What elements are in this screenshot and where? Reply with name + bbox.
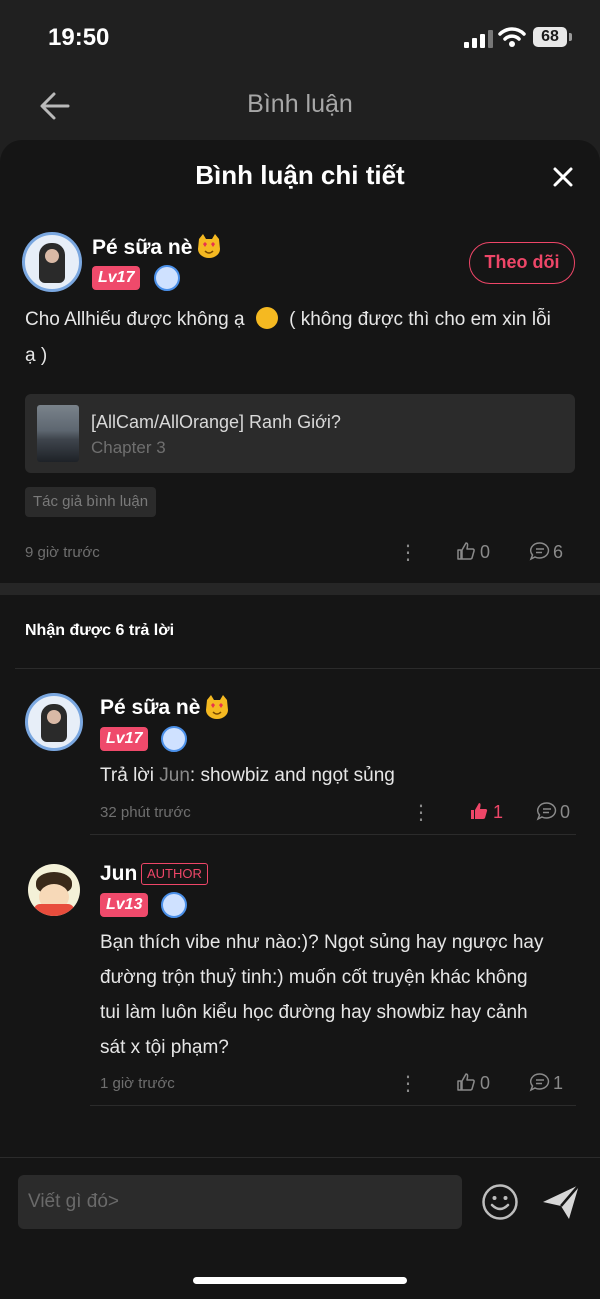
rank-badge-icon bbox=[154, 265, 180, 291]
composer-divider bbox=[0, 1157, 600, 1158]
comment-text-line1: Cho Allhiếu được không ạ ( không được th… bbox=[25, 307, 551, 330]
level-badge: Lv17 bbox=[100, 727, 149, 751]
like-icon[interactable] bbox=[456, 1072, 476, 1092]
more-options-icon[interactable]: ⋮ bbox=[411, 800, 431, 825]
comment-bubble-icon[interactable] bbox=[529, 541, 551, 561]
home-indicator bbox=[193, 1277, 407, 1284]
comment-input[interactable]: Viết gì đó> bbox=[18, 1175, 462, 1229]
battery-tip bbox=[569, 33, 572, 41]
replies-count-heading: Nhận được 6 trả lời bbox=[25, 622, 175, 639]
level-badge: Lv13 bbox=[100, 893, 149, 917]
story-chapter: Chapter 3 bbox=[91, 438, 166, 457]
comment-author-name[interactable]: Pé sữa nè bbox=[92, 236, 192, 260]
follow-button[interactable]: Theo dõi bbox=[469, 242, 575, 284]
send-icon[interactable] bbox=[541, 1182, 581, 1222]
wifi-icon bbox=[498, 27, 526, 47]
like-count: 0 bbox=[480, 1073, 491, 1093]
story-title: [AllCam/AllOrange] Ranh Giới? bbox=[91, 412, 341, 432]
like-icon[interactable] bbox=[456, 541, 476, 561]
comment-count: 0 bbox=[560, 802, 571, 822]
level-badge: Lv17 bbox=[92, 266, 141, 290]
section-divider bbox=[0, 583, 600, 595]
more-options-icon[interactable]: ⋮ bbox=[398, 1071, 418, 1096]
like-count: 1 bbox=[493, 802, 504, 822]
comment-text-line2: ạ ) bbox=[25, 345, 48, 366]
heart-eyes-cat-emoji-icon bbox=[198, 234, 220, 258]
comment-bubble-icon[interactable] bbox=[529, 1072, 551, 1092]
status-time: 19:50 bbox=[48, 24, 110, 51]
avatar[interactable] bbox=[25, 693, 83, 751]
reply-text-line: Bạn thích vibe như nào:)? Ngọt sủng hay … bbox=[100, 932, 544, 953]
reply-text: Trả lời Jun: showbiz and ngọt sủng bbox=[100, 765, 395, 786]
author-tag: AUTHOR bbox=[141, 863, 208, 885]
like-filled-icon[interactable] bbox=[469, 801, 489, 821]
reply-timestamp: 1 giờ trước bbox=[100, 1075, 175, 1092]
page-title: Bình luận bbox=[247, 90, 353, 118]
sheet-title: Bình luận chi tiết bbox=[195, 160, 405, 190]
mention-link[interactable]: Jun bbox=[159, 765, 190, 786]
comment-timestamp: 9 giờ trước bbox=[25, 544, 100, 561]
heart-eyes-cat-emoji-icon bbox=[206, 695, 228, 719]
author-comment-tag: Tác giả bình luận bbox=[25, 487, 157, 517]
story-reference-card[interactable] bbox=[25, 394, 575, 473]
emoji-picker-icon[interactable] bbox=[481, 1183, 519, 1221]
story-cover-image bbox=[37, 405, 79, 462]
avatar[interactable] bbox=[28, 864, 80, 916]
close-icon[interactable] bbox=[551, 165, 575, 189]
reply-author-name[interactable]: Pé sữa nè bbox=[100, 696, 200, 720]
divider bbox=[90, 1105, 576, 1106]
divider bbox=[90, 834, 576, 835]
rank-badge-icon bbox=[161, 892, 187, 918]
reply-count: 6 bbox=[553, 542, 564, 562]
comment-bubble-icon[interactable] bbox=[536, 801, 558, 821]
more-options-icon[interactable]: ⋮ bbox=[398, 540, 418, 565]
battery-indicator: 68 bbox=[533, 27, 567, 47]
avatar[interactable] bbox=[22, 232, 82, 292]
reply-text-line: sát x tội phạm? bbox=[100, 1037, 229, 1058]
comment-count: 1 bbox=[553, 1073, 564, 1093]
pleading-face-emoji-icon bbox=[255, 307, 278, 329]
divider bbox=[15, 668, 600, 669]
reply-text-line: đường trộn thuỷ tinh:) muốn cốt truyện k… bbox=[100, 967, 528, 988]
reply-text-line: tui làm luôn kiểu học đường hay showbiz … bbox=[100, 1002, 528, 1023]
like-count: 0 bbox=[480, 542, 491, 562]
cellular-signal-icon bbox=[464, 30, 493, 48]
reply-timestamp: 32 phút trước bbox=[100, 804, 191, 821]
rank-badge-icon bbox=[161, 726, 187, 752]
reply-author-name[interactable]: Jun bbox=[100, 862, 137, 886]
